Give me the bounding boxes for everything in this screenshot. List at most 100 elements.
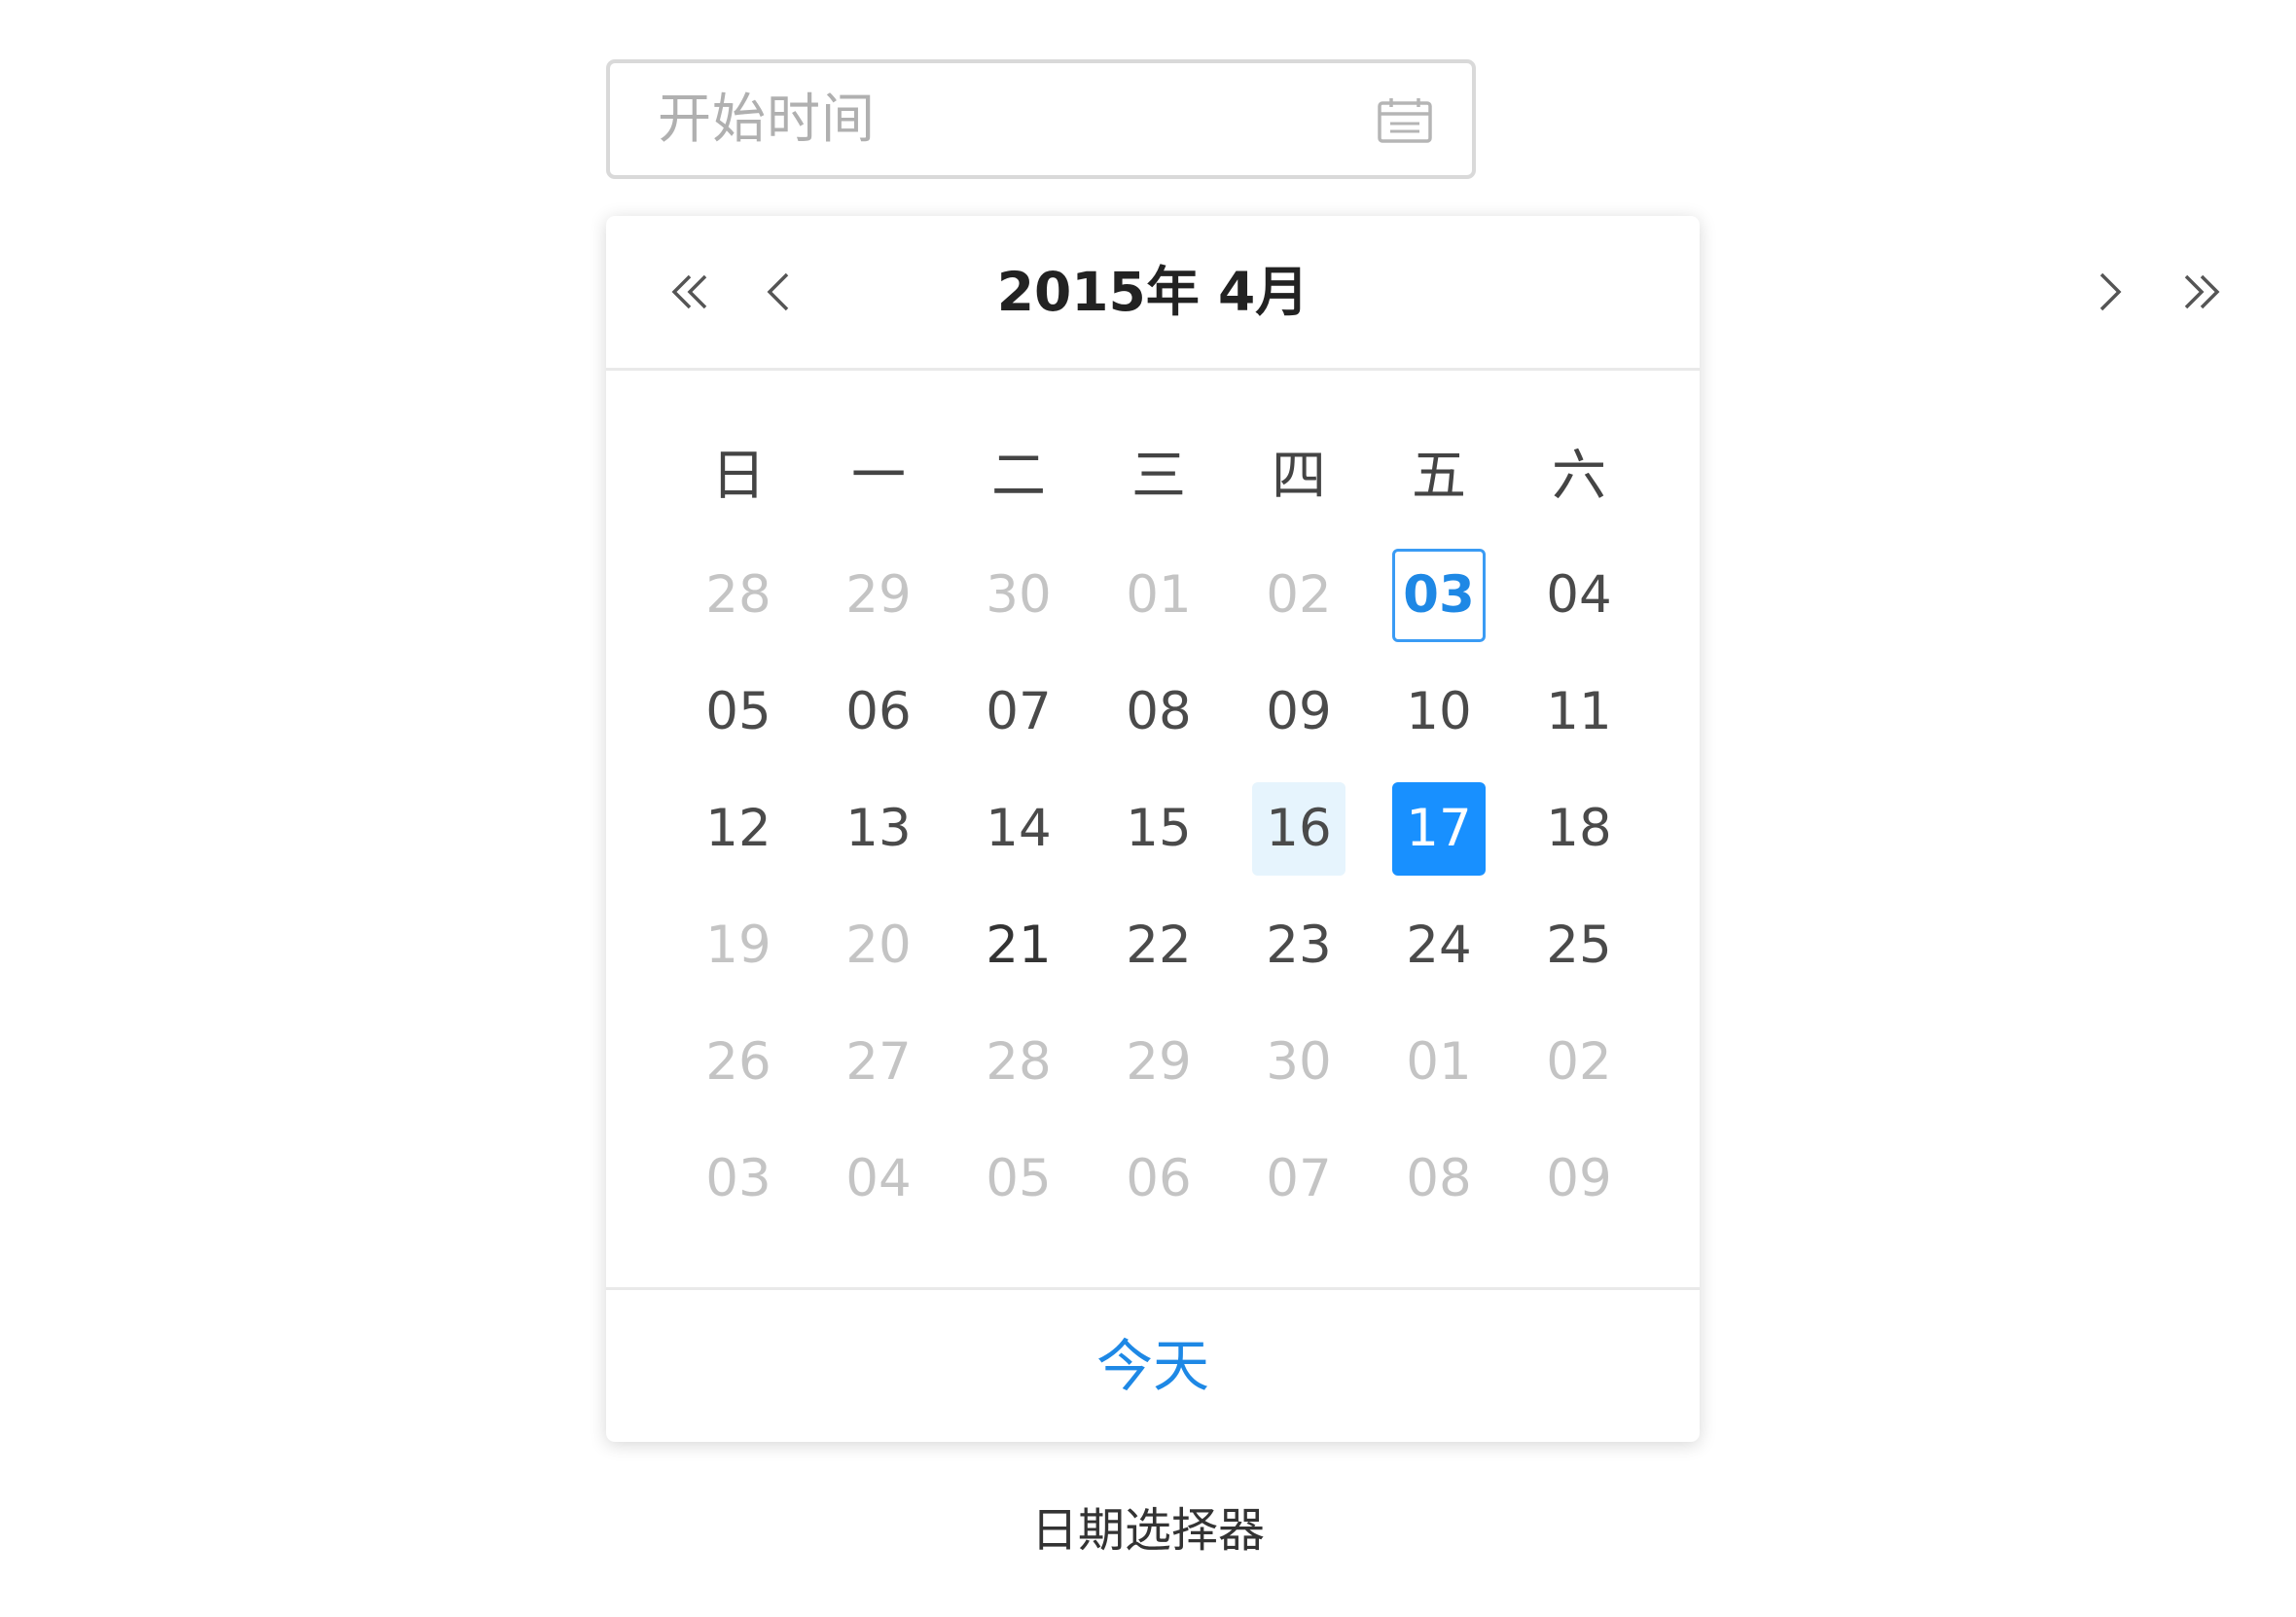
day-cell-muted[interactable]: 27 xyxy=(808,1004,949,1121)
day-label: 06 xyxy=(1126,1149,1192,1208)
day-label: 09 xyxy=(1266,682,1332,741)
page-caption: 日期选择器 xyxy=(1030,1503,1265,1558)
day-label: 05 xyxy=(705,682,771,741)
day-cell-muted[interactable]: 02 xyxy=(1229,537,1369,654)
month-year-title[interactable]: 2015年 4月 xyxy=(606,216,1700,368)
day-cell-normal[interactable]: 24 xyxy=(1369,887,1509,1004)
weekday-label: 四 xyxy=(1272,445,1326,508)
day-cell-muted[interactable]: 07 xyxy=(1229,1121,1369,1238)
weekday-label: 六 xyxy=(1552,445,1606,508)
day-label: 08 xyxy=(1126,682,1192,741)
today-button[interactable]: 今天 xyxy=(606,1290,1700,1442)
double-chevron-right-icon[interactable] xyxy=(2172,265,2227,319)
day-label: 02 xyxy=(1266,565,1332,625)
day-cell-normal[interactable]: 07 xyxy=(949,654,1089,771)
day-cell-normal[interactable]: 10 xyxy=(1369,654,1509,771)
day-cell-muted[interactable]: 20 xyxy=(808,887,949,1004)
day-cell-normal[interactable]: 12 xyxy=(668,771,808,887)
day-cell-normal[interactable]: 22 xyxy=(1089,887,1229,1004)
day-label: 06 xyxy=(845,682,912,741)
day-cell-normal[interactable]: 08 xyxy=(1089,654,1229,771)
day-cell-normal[interactable]: 18 xyxy=(1509,771,1649,887)
day-cell-muted[interactable]: 19 xyxy=(668,887,808,1004)
day-cell-muted[interactable]: 09 xyxy=(1509,1121,1649,1238)
day-cell-normal[interactable]: 23 xyxy=(1229,887,1369,1004)
date-input[interactable]: 开始时间 xyxy=(606,59,1476,179)
day-label: 13 xyxy=(845,799,912,858)
day-label: 30 xyxy=(1266,1032,1332,1092)
day-label: 09 xyxy=(1546,1149,1612,1208)
day-label: 14 xyxy=(986,799,1052,858)
calendar-panel: 2015年 4月 日 一 二 三 四 五 六 28 29 30 01 02 03 04 05 06 07 08 0… xyxy=(606,216,2220,1442)
day-cell-selected[interactable]: 17 xyxy=(1369,771,1509,887)
day-cell-normal[interactable]: 09 xyxy=(1229,654,1369,771)
day-label: 03 xyxy=(705,1149,771,1208)
day-label: 16 xyxy=(1252,782,1345,876)
day-label: 26 xyxy=(705,1032,771,1092)
day-cell-muted[interactable]: 28 xyxy=(668,537,808,654)
day-label: 28 xyxy=(986,1032,1052,1092)
day-label: 07 xyxy=(1266,1149,1332,1208)
weekday-label: 二 xyxy=(991,445,1046,508)
day-cell-muted[interactable]: 05 xyxy=(949,1121,1089,1238)
day-cell-normal[interactable]: 06 xyxy=(808,654,949,771)
day-label: 05 xyxy=(986,1149,1052,1208)
day-cell-muted[interactable]: 02 xyxy=(1509,1004,1649,1121)
day-cell-normal[interactable]: 14 xyxy=(949,771,1089,887)
day-label: 08 xyxy=(1406,1149,1472,1208)
day-cell-normal[interactable]: 04 xyxy=(1509,537,1649,654)
day-label: 18 xyxy=(1546,799,1612,858)
calendar-icon[interactable] xyxy=(1377,97,1433,144)
day-label: 01 xyxy=(1126,565,1192,625)
day-label: 27 xyxy=(845,1032,912,1092)
day-grid: 28 29 30 01 02 03 04 05 06 07 08 09 10 11 12 13 14 15 16 17… xyxy=(668,537,1649,1238)
chevron-right-icon[interactable] xyxy=(2082,265,2136,319)
day-cell-muted[interactable]: 29 xyxy=(1089,1004,1229,1121)
calendar-header: 2015年 4月 xyxy=(606,216,2220,371)
day-label: 02 xyxy=(1546,1032,1612,1092)
day-cell-muted[interactable]: 28 xyxy=(949,1004,1089,1121)
day-cell-muted[interactable]: 03 xyxy=(668,1121,808,1238)
day-label: 07 xyxy=(986,682,1052,741)
day-cell-muted[interactable]: 06 xyxy=(1089,1121,1229,1238)
day-label: 04 xyxy=(1546,565,1612,625)
day-cell-hover[interactable]: 16 xyxy=(1229,771,1369,887)
day-label: 24 xyxy=(1406,916,1472,975)
weekday-label: 三 xyxy=(1131,445,1186,508)
day-cell-muted[interactable]: 26 xyxy=(668,1004,808,1121)
day-cell-muted[interactable]: 01 xyxy=(1369,1004,1509,1121)
day-label: 12 xyxy=(705,799,771,858)
calendar-footer: 今天 xyxy=(606,1287,1700,1442)
day-cell-muted[interactable]: 30 xyxy=(949,537,1089,654)
day-label: 15 xyxy=(1126,799,1192,858)
day-label: 30 xyxy=(986,565,1052,625)
weekday-label: 日 xyxy=(711,445,766,508)
weekday-header: 日一二三四五六 xyxy=(668,438,1649,516)
day-cell-muted[interactable]: 08 xyxy=(1369,1121,1509,1238)
day-cell-muted[interactable]: 30 xyxy=(1229,1004,1369,1121)
day-label: 10 xyxy=(1406,682,1472,741)
day-cell-normal[interactable]: 11 xyxy=(1509,654,1649,771)
day-cell-normal[interactable]: 05 xyxy=(668,654,808,771)
day-label: 23 xyxy=(1266,916,1332,975)
day-label: 28 xyxy=(705,565,771,625)
day-cell-normal[interactable]: 25 xyxy=(1509,887,1649,1004)
day-cell-dark[interactable]: 21 xyxy=(949,887,1089,1004)
day-cell-normal[interactable]: 13 xyxy=(808,771,949,887)
day-cell-normal[interactable]: 15 xyxy=(1089,771,1229,887)
day-label: 04 xyxy=(845,1149,912,1208)
weekday-label: 一 xyxy=(851,445,906,508)
day-label: 25 xyxy=(1546,916,1612,975)
day-label: 20 xyxy=(845,916,912,975)
day-label: 21 xyxy=(986,916,1052,975)
day-label: 29 xyxy=(1126,1032,1192,1092)
day-label: 17 xyxy=(1392,782,1486,876)
day-cell-muted[interactable]: 04 xyxy=(808,1121,949,1238)
day-label: 11 xyxy=(1546,682,1612,741)
day-cell-muted[interactable]: 29 xyxy=(808,537,949,654)
day-label: 03 xyxy=(1392,549,1486,642)
day-cell-today[interactable]: 03 xyxy=(1369,537,1509,654)
day-label: 29 xyxy=(845,565,912,625)
date-input-placeholder: 开始时间 xyxy=(658,88,877,150)
day-cell-muted[interactable]: 01 xyxy=(1089,537,1229,654)
